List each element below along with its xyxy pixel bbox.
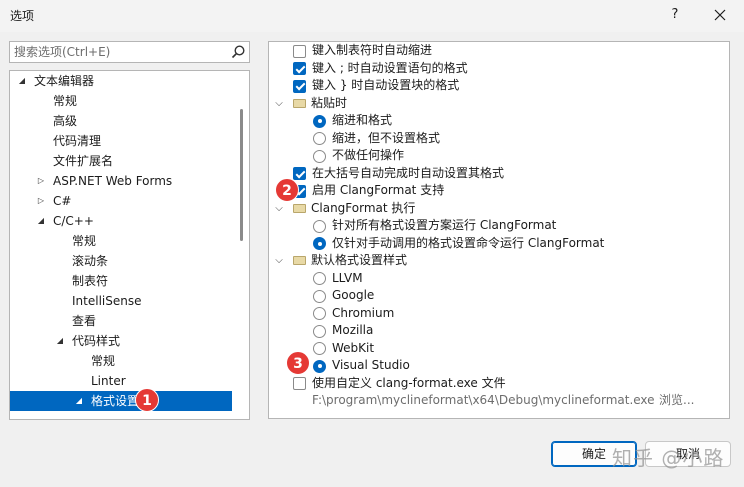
- tree-item[interactable]: Linter: [10, 371, 232, 391]
- option-label: 键入制表符时自动缩进: [312, 43, 433, 57]
- option-label: Google: [332, 288, 375, 302]
- radio-button[interactable]: [313, 359, 326, 373]
- browse-button[interactable]: 浏览...: [659, 392, 694, 410]
- radio-button[interactable]: [313, 289, 326, 303]
- tree-item-label: 常规: [53, 94, 78, 108]
- folder-icon: [293, 98, 306, 108]
- option-label: ClangFormat 执行: [311, 200, 416, 215]
- option-label: 在大括号自动完成时自动设置其格式: [312, 165, 505, 180]
- option-label: 默认格式设置样式: [311, 253, 408, 267]
- tree-item[interactable]: 常规: [10, 351, 232, 371]
- tree-item-label: C/C++: [53, 214, 94, 228]
- tree-item[interactable]: 常规: [10, 231, 232, 251]
- folder-icon: [293, 256, 306, 265]
- tree-item[interactable]: ◢ C/C++: [10, 211, 232, 231]
- option-label: 缩进，但不设置格式: [332, 130, 441, 145]
- tree-item-label: 代码样式: [72, 334, 121, 348]
- tree-item[interactable]: ◢ 代码样式: [10, 331, 232, 351]
- tree-item[interactable]: 文件扩展名: [10, 151, 232, 171]
- radio-button[interactable]: [313, 237, 326, 250]
- search-box[interactable]: [9, 41, 250, 63]
- search-input[interactable]: [10, 42, 225, 62]
- tree-item-label: 高级: [53, 114, 78, 128]
- tree-item-label: 常规: [72, 234, 97, 248]
- checkbox[interactable]: [293, 44, 306, 58]
- window-title: 选项: [10, 9, 35, 23]
- tree-scrollbar[interactable]: [240, 109, 243, 241]
- option-label: 缩进和格式: [332, 113, 393, 127]
- radio-button[interactable]: [313, 132, 326, 145]
- chevron-down-icon[interactable]: ⌵: [273, 95, 285, 113]
- checkbox[interactable]: [293, 167, 306, 180]
- radio-button[interactable]: [313, 342, 326, 355]
- tree-item[interactable]: 查看: [10, 311, 232, 331]
- collapse-arrow-icon[interactable]: ◢: [35, 211, 47, 231]
- radio-button[interactable]: [313, 272, 326, 285]
- tree-item[interactable]: ◢ 文本编辑器: [10, 71, 232, 91]
- tree-item-label: 滚动条: [72, 254, 109, 268]
- option-label: 粘贴时: [311, 95, 348, 110]
- help-button[interactable]: ?: [662, 4, 688, 26]
- tree-item[interactable]: 代码清理: [10, 131, 232, 151]
- radio-button[interactable]: [313, 307, 326, 320]
- option-label: 不做任何操作: [332, 148, 405, 162]
- collapse-arrow-icon[interactable]: ◢: [16, 71, 28, 91]
- option-label: WebKit: [332, 340, 375, 355]
- option-label: 使用自定义 clang-format.exe 文件: [312, 375, 506, 390]
- chevron-down-icon[interactable]: ⌵: [273, 252, 285, 270]
- tree-item[interactable]: 常规: [10, 91, 232, 111]
- options-tree[interactable]: ◢ 文本编辑器 常规 高级 代码清理 文件扩展名 ▷ ASP.NET Web Forms ▷ C#…: [9, 70, 250, 420]
- tree-item-label: Linter: [91, 374, 126, 388]
- tree-item-label: IntelliSense: [72, 294, 142, 308]
- option-label: 针对所有格式设置方案运行 ClangFormat: [332, 218, 557, 232]
- option-label: 键入 ; 时自动设置语句的格式: [312, 60, 468, 75]
- close-button[interactable]: [706, 4, 734, 26]
- tree-item[interactable]: ▷ ASP.NET Web Forms: [10, 171, 232, 191]
- title-bar: 选项 ?: [0, 0, 744, 32]
- expand-arrow-icon[interactable]: ▷: [35, 171, 47, 191]
- tree-item-label: 文本编辑器: [34, 74, 95, 88]
- tree-item-label: 制表符: [72, 274, 109, 288]
- expand-arrow-icon[interactable]: ▷: [35, 191, 47, 211]
- tree-item-label: C#: [53, 194, 72, 208]
- checkbox[interactable]: [293, 62, 306, 75]
- folder-icon: [293, 203, 306, 213]
- option-label: 键入 } 时自动设置块的格式: [312, 78, 460, 92]
- radio-button[interactable]: [313, 149, 326, 163]
- tree-item[interactable]: 高级: [10, 111, 232, 131]
- annotation-badge-2: 2: [275, 178, 299, 202]
- tree-item-label: 常规: [91, 354, 116, 368]
- search-icon[interactable]: [230, 44, 246, 60]
- tree-item[interactable]: ▷ C#: [10, 191, 232, 211]
- tree-item-label: ASP.NET Web Forms: [53, 174, 173, 188]
- annotation-badge-1: 1: [135, 388, 159, 412]
- tree-item[interactable]: 滚动条: [10, 251, 232, 271]
- annotation-badge-3: 3: [286, 351, 310, 375]
- tree-item[interactable]: ◢ 格式设置: [10, 391, 232, 411]
- options-panel: 键入制表符时自动缩进键入 ; 时自动设置语句的格式 键入 } 时自动设置块的格式 ⌵…: [268, 41, 730, 419]
- option-label: 启用 ClangFormat 支持: [312, 183, 445, 197]
- radio-button[interactable]: [313, 219, 326, 233]
- tree-item-label: 代码清理: [53, 134, 102, 148]
- checkbox[interactable]: [293, 377, 306, 390]
- watermark: 知乎 @小路: [612, 446, 725, 470]
- option-label: 仅针对手动调用的格式设置命令运行 ClangFormat: [332, 235, 605, 250]
- tree-item[interactable]: IntelliSense: [10, 291, 232, 311]
- tree-item-label: 格式设置: [91, 394, 140, 408]
- radio-button[interactable]: [313, 114, 326, 128]
- option-label: LLVM: [332, 270, 363, 285]
- option-label: Chromium: [332, 305, 395, 320]
- radio-button[interactable]: [313, 324, 326, 338]
- option-label: Visual Studio: [332, 358, 410, 372]
- tree-item-label: 查看: [72, 314, 97, 328]
- tree-item-label: 文件扩展名: [53, 154, 114, 168]
- close-icon: [714, 9, 726, 21]
- tree-item[interactable]: 制表符: [10, 271, 232, 291]
- option-label: F:\program\myclineformat\x64\Debug\mycli…: [312, 393, 655, 407]
- option-label: Mozilla: [332, 323, 374, 337]
- collapse-arrow-icon[interactable]: ◢: [73, 391, 85, 411]
- collapse-arrow-icon[interactable]: ◢: [54, 331, 66, 351]
- chevron-down-icon[interactable]: ⌵: [273, 200, 285, 218]
- checkbox[interactable]: [293, 79, 306, 93]
